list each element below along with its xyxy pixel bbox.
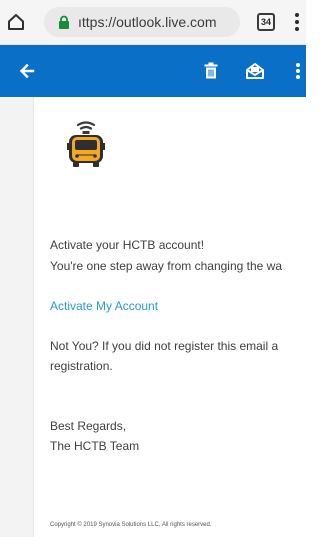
mark-read-icon[interactable] <box>245 61 265 81</box>
more-vertical-icon[interactable] <box>294 61 302 81</box>
left-margin-rail <box>0 97 34 537</box>
email-intro-line: You're one step away from changing the w… <box>50 259 282 273</box>
not-you-text: Not You? If you did not register this em… <box>50 339 279 353</box>
mail-toolbar <box>0 45 306 97</box>
browser-toolbar: ıttps://outlook.live.com 34 <box>0 0 306 45</box>
menu-dot <box>295 20 299 24</box>
address-bar[interactable]: ıttps://outlook.live.com <box>44 7 240 37</box>
copyright-text: Copyright © 2019 Synovia Solutions LLC, … <box>50 522 212 528</box>
home-icon[interactable] <box>6 12 26 32</box>
tab-switcher-button[interactable]: 34 <box>257 13 275 31</box>
menu-dot <box>295 27 299 31</box>
trash-icon[interactable] <box>201 61 221 81</box>
browser-menu-icon[interactable] <box>293 12 301 32</box>
signature-text: The HCTB Team <box>50 439 140 453</box>
menu-dot <box>295 13 299 17</box>
url-text: ıttps://outlook.live.com <box>78 14 217 30</box>
regards-text: Best Regards, <box>50 419 127 433</box>
back-arrow-icon[interactable] <box>17 61 37 81</box>
registration-text: registration. <box>50 359 113 373</box>
email-body: Activate your HCTB account! You're one s… <box>0 97 306 537</box>
lock-icon <box>58 15 70 29</box>
school-bus-wifi-icon <box>66 116 106 172</box>
activate-account-link[interactable]: Activate My Account <box>50 298 158 314</box>
email-heading: Activate your HCTB account! <box>50 238 205 252</box>
